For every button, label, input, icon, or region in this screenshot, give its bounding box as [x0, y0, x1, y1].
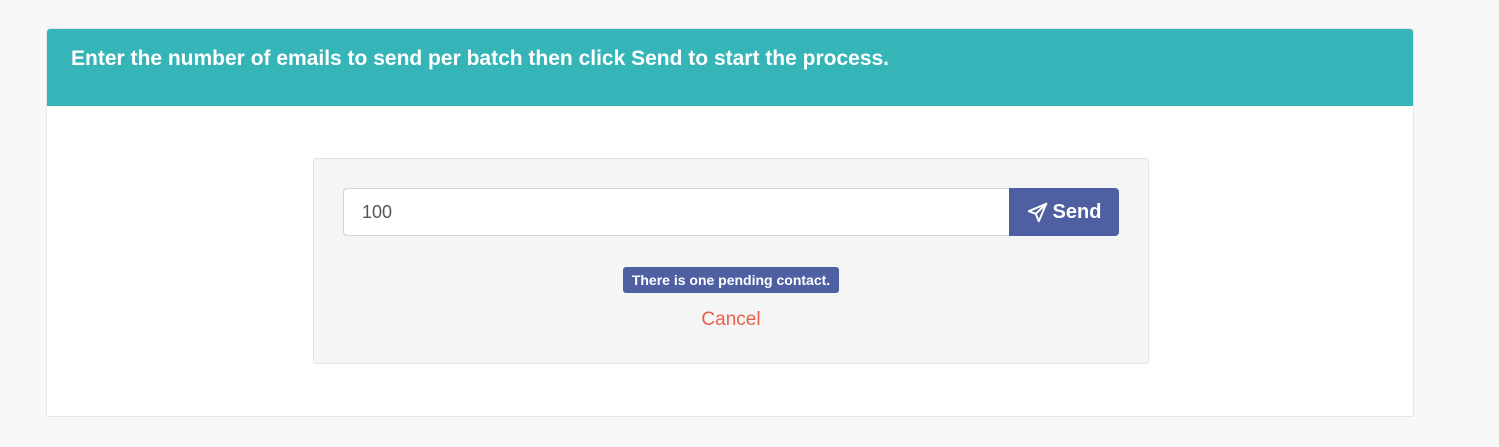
batch-form-well: Send There is one pending contact. Cance… [313, 158, 1149, 364]
batch-input-group: Send [343, 188, 1119, 236]
cancel-row: Cancel [314, 309, 1148, 331]
batch-size-input[interactable] [343, 188, 1009, 236]
instruction-text: Enter the number of emails to send per b… [71, 47, 890, 70]
paper-plane-icon [1027, 202, 1048, 223]
cancel-link[interactable]: Cancel [701, 309, 760, 330]
pending-contact-badge: There is one pending contact. [622, 267, 840, 293]
status-row: There is one pending contact. [314, 267, 1148, 293]
send-button-label: Send [1052, 200, 1102, 223]
send-button[interactable]: Send [1009, 188, 1119, 236]
panel-header: Enter the number of emails to send per b… [47, 29, 1413, 106]
batch-send-panel: Enter the number of emails to send per b… [46, 28, 1414, 417]
